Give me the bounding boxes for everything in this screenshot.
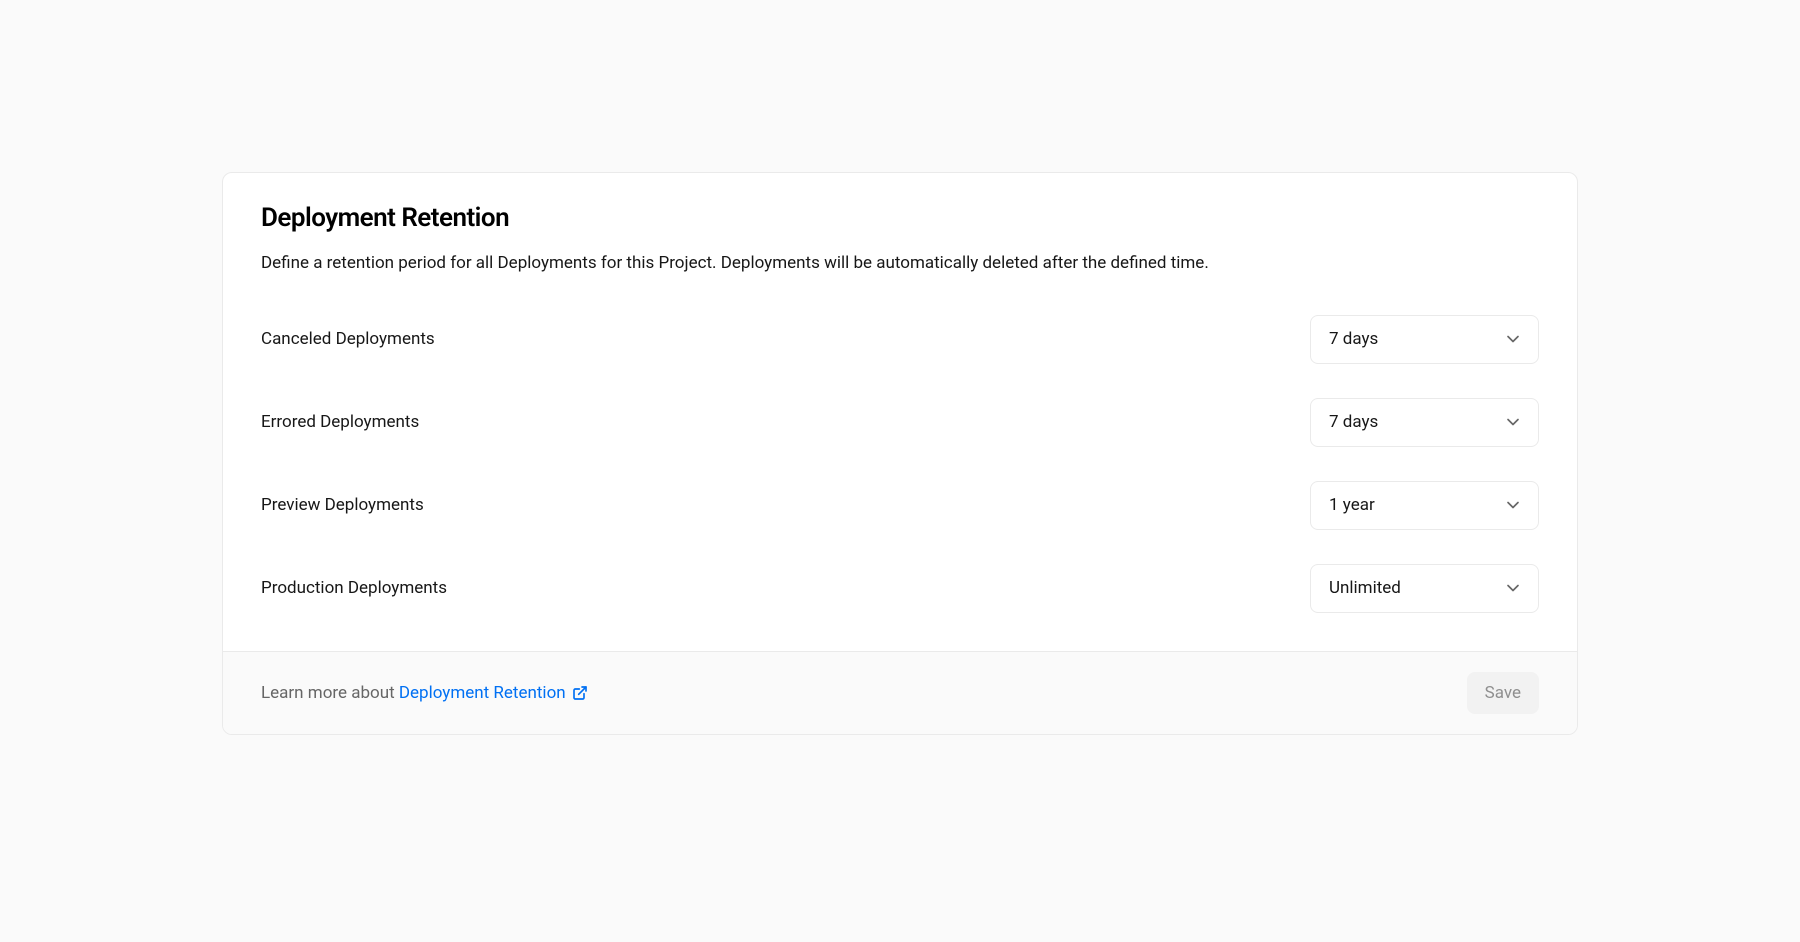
- setting-label-preview: Preview Deployments: [261, 495, 424, 515]
- setting-label-canceled: Canceled Deployments: [261, 329, 435, 349]
- select-value: 1 year: [1310, 481, 1539, 530]
- select-errored-deployments[interactable]: 7 days: [1310, 398, 1539, 447]
- learn-more-prefix: Learn more about: [261, 683, 399, 703]
- setting-label-errored: Errored Deployments: [261, 412, 419, 432]
- setting-row-preview: Preview Deployments 1 year: [261, 481, 1539, 530]
- select-preview-deployments[interactable]: 1 year: [1310, 481, 1539, 530]
- card-description: Define a retention period for all Deploy…: [261, 251, 1539, 277]
- external-link-icon: [572, 685, 588, 701]
- setting-row-production: Production Deployments Unlimited: [261, 564, 1539, 613]
- setting-row-errored: Errored Deployments 7 days: [261, 398, 1539, 447]
- card-body: Deployment Retention Define a retention …: [223, 173, 1577, 651]
- save-button[interactable]: Save: [1467, 672, 1539, 714]
- link-text: Deployment Retention: [399, 683, 566, 703]
- select-value: 7 days: [1310, 398, 1539, 447]
- card-footer: Learn more about Deployment Retention Sa…: [223, 651, 1577, 734]
- deployment-retention-card: Deployment Retention Define a retention …: [222, 172, 1578, 735]
- footer-text: Learn more about Deployment Retention: [261, 683, 588, 703]
- select-production-deployments[interactable]: Unlimited: [1310, 564, 1539, 613]
- select-value: 7 days: [1310, 315, 1539, 364]
- card-title: Deployment Retention: [261, 203, 1539, 233]
- setting-label-production: Production Deployments: [261, 578, 447, 598]
- select-value: Unlimited: [1310, 564, 1539, 613]
- setting-row-canceled: Canceled Deployments 7 days: [261, 315, 1539, 364]
- select-canceled-deployments[interactable]: 7 days: [1310, 315, 1539, 364]
- deployment-retention-link[interactable]: Deployment Retention: [399, 683, 588, 703]
